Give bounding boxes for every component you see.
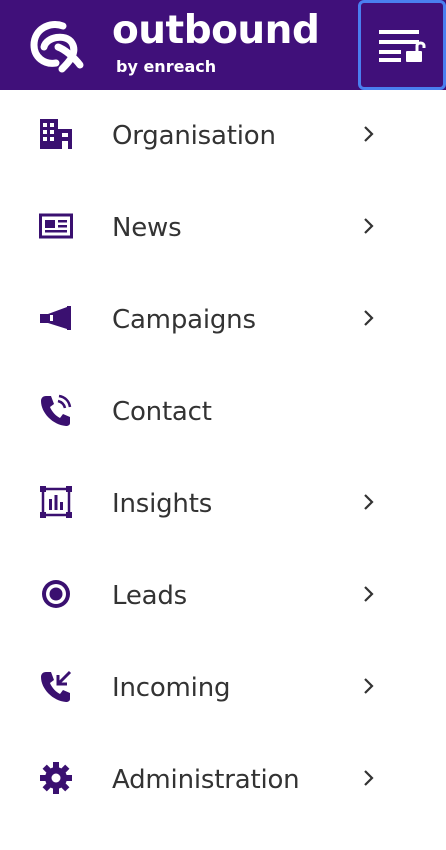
chevron-right-icon xyxy=(358,124,378,144)
target-icon xyxy=(38,576,74,612)
brand-logo[interactable]: outbound by enreach xyxy=(0,0,356,90)
gear-icon xyxy=(38,760,74,796)
main-nav: Organisation News Campaigns Contact Insi… xyxy=(0,90,446,826)
nav-item-contact[interactable]: Contact xyxy=(0,366,446,458)
chevron-right-icon xyxy=(358,584,378,604)
megaphone-icon xyxy=(38,300,74,336)
chevron-right-icon xyxy=(358,676,378,696)
nav-item-incoming[interactable]: Incoming xyxy=(0,642,446,734)
nav-item-insights[interactable]: Insights xyxy=(0,458,446,550)
nav-label: Leads xyxy=(112,581,188,611)
outbound-logo-icon xyxy=(30,21,84,73)
nav-label: News xyxy=(112,213,182,243)
chevron-right-icon xyxy=(358,768,378,788)
menu-toggle-button[interactable] xyxy=(358,0,446,90)
nav-label: Campaigns xyxy=(112,305,256,335)
phone-ringing-icon xyxy=(38,392,74,428)
phone-incoming-icon xyxy=(38,668,74,704)
brand-subtitle: by enreach xyxy=(116,57,217,76)
buildings-icon xyxy=(38,116,74,152)
nav-item-administration[interactable]: Administration xyxy=(0,734,446,826)
nav-label: Insights xyxy=(112,489,213,519)
nav-item-organisation[interactable]: Organisation xyxy=(0,90,446,182)
bar-chart-icon xyxy=(38,484,74,520)
menu-lock-icon xyxy=(379,30,426,62)
nav-item-news[interactable]: News xyxy=(0,182,446,274)
nav-label: Administration xyxy=(112,765,300,795)
nav-label: Contact xyxy=(112,397,212,427)
nav-label: Organisation xyxy=(112,121,276,151)
app-header: outbound by enreach xyxy=(0,0,446,90)
brand-name: outbound xyxy=(112,8,320,53)
chevron-right-icon xyxy=(358,216,378,236)
nav-label: Incoming xyxy=(112,673,231,703)
nav-item-leads[interactable]: Leads xyxy=(0,550,446,642)
chevron-right-icon xyxy=(358,492,378,512)
chevron-right-icon xyxy=(358,308,378,328)
nav-item-campaigns[interactable]: Campaigns xyxy=(0,274,446,366)
newspaper-icon xyxy=(38,208,74,244)
